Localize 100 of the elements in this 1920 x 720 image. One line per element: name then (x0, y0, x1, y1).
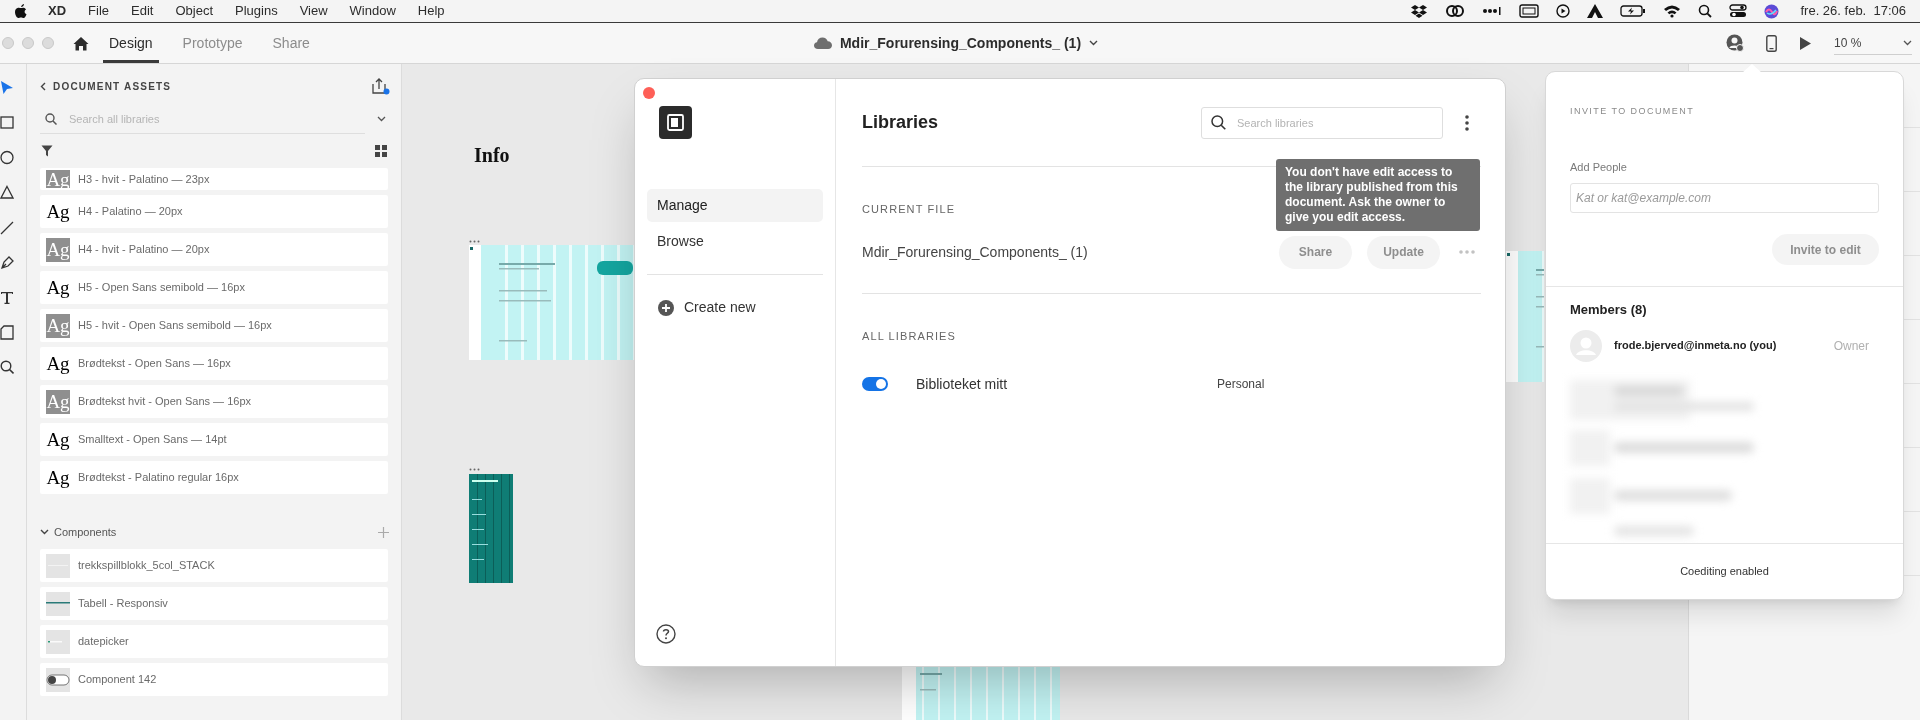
document-title[interactable]: Mdir_Forurensing_Components_ (1) (813, 32, 1099, 54)
home-icon[interactable] (73, 35, 89, 51)
filter-icon[interactable] (41, 145, 53, 157)
nav-item[interactable]: Browse (647, 225, 823, 258)
menu-item[interactable]: Edit (131, 1, 154, 21)
ellipse-icon[interactable] (0, 150, 14, 165)
text-style-label: Brødtekst - Open Sans — 16px (78, 356, 231, 372)
type-sample: Ag (46, 276, 70, 300)
artboard-drawing[interactable] (469, 245, 634, 360)
line-icon[interactable] (0, 220, 14, 235)
play-icon[interactable] (1799, 35, 1812, 51)
menu-item[interactable]: View (299, 1, 328, 21)
component-label: Component 142 (78, 672, 157, 688)
menu-item[interactable]: File (88, 1, 109, 21)
battery-icon[interactable] (1620, 5, 1647, 17)
artboard-drawing[interactable] (469, 474, 513, 583)
menu-item[interactable]: Window (349, 1, 396, 21)
export-icon[interactable] (372, 77, 390, 95)
control-center-icon[interactable] (1729, 4, 1748, 18)
component-item[interactable]: Tabell - Responsiv (40, 587, 388, 620)
type-sample: Ag (46, 313, 70, 338)
select-arrow-icon[interactable] (0, 80, 14, 95)
component-thumbnail (46, 553, 70, 578)
text-style-item[interactable]: Ag Brødtekst hvit - Open Sans — 16px (40, 385, 388, 418)
text-style-item[interactable]: Ag Brødtekst - Palatino regular 16px (40, 461, 388, 494)
component-item[interactable]: trekkspillblokk_5col_STACK (40, 549, 388, 582)
component-thumbnail (46, 591, 70, 616)
search-field[interactable]: Search libraries (1201, 106, 1443, 139)
chevron-down-icon (1089, 40, 1099, 46)
chevron-left-icon[interactable] (40, 81, 46, 91)
help-icon[interactable] (656, 624, 676, 644)
text-style-item[interactable]: Ag Brødtekst - Open Sans — 16px (40, 347, 388, 380)
section-heading: CURRENT FILE (862, 202, 956, 217)
type-sample: Ag (46, 428, 70, 452)
grid-view-icon[interactable] (375, 145, 387, 157)
member-email: frode.bjerved@inmeta.no (you) (1614, 338, 1777, 354)
triangle-logo-icon[interactable] (1587, 4, 1604, 18)
display-icon[interactable] (1519, 4, 1540, 18)
phone-icon[interactable] (1766, 34, 1777, 52)
component-item[interactable]: Component 142 (40, 663, 388, 696)
library-type: Personal (1217, 376, 1265, 393)
component-thumbnail (46, 629, 70, 654)
text-style-item[interactable]: Ag Smalltext - Open Sans — 14pt (40, 423, 388, 456)
search-icon (45, 113, 57, 125)
triangle-icon[interactable] (0, 185, 14, 200)
search-field[interactable]: Search all libraries (40, 104, 365, 134)
menu-item[interactable]: Object (175, 1, 213, 21)
toggle-switch[interactable] (862, 377, 888, 391)
dropbox-icon[interactable] (1410, 4, 1429, 18)
section-heading: Components (54, 524, 117, 540)
text-style-label: Brødtekst hvit - Open Sans — 16px (78, 394, 252, 410)
text-style-item[interactable]: Ag H4 - hvit - Palatino — 20px (40, 233, 388, 266)
nav-item[interactable]: Manage (647, 189, 823, 222)
canvas-heading: Info (474, 143, 510, 168)
search-icon[interactable] (1698, 4, 1713, 18)
type-sample: Ag (46, 200, 70, 224)
artboard-icon[interactable] (0, 325, 14, 340)
search-icon[interactable] (0, 360, 14, 375)
play-circle-icon[interactable] (1556, 4, 1571, 18)
text-style-item[interactable]: Ag H5 - Open Sans semibold — 16px (40, 271, 388, 304)
text-style-label: H5 - hvit - Open Sans semibold — 16px (78, 318, 272, 334)
library-name: Biblioteket mitt (916, 374, 1009, 394)
ellipsis-icon (469, 240, 480, 243)
wifi-icon[interactable] (1663, 4, 1682, 18)
footer-status: Coediting enabled (1546, 543, 1903, 599)
chevron-down-icon (377, 116, 386, 122)
menu-item[interactable]: Plugins (235, 1, 278, 21)
dots-icon[interactable] (1482, 6, 1503, 16)
dialog-title: Libraries (862, 111, 939, 134)
menu-bar-clock[interactable]: fre. 26. feb. 17:06 (1800, 1, 1906, 21)
text-tool-icon[interactable] (0, 290, 14, 305)
pen-icon[interactable] (0, 255, 14, 270)
create-new-button[interactable]: Create new (658, 297, 835, 318)
text-style-item[interactable]: Ag H4 - Palatino — 20px (40, 195, 388, 228)
app-menu[interactable]: XD (48, 1, 67, 21)
component-item[interactable]: datepicker (40, 625, 388, 658)
tooltip: You don't have edit access to the library published from this document. Ask the owner to give you edit access. (1276, 159, 1480, 231)
menu-item[interactable]: Help (417, 1, 445, 21)
text-style-label: H4 - hvit - Palatino — 20px (78, 242, 210, 258)
rectangle-icon[interactable] (0, 115, 14, 130)
chevron-down-icon (1903, 39, 1912, 46)
panel-title: INVITE TO DOCUMENT (1570, 105, 1696, 118)
email-input[interactable]: Kat or kat@example.com (1570, 183, 1879, 213)
text-style-item[interactable]: Ag H5 - hvit - Open Sans semibold — 16px (40, 309, 388, 342)
chevron-down-icon[interactable] (40, 529, 49, 535)
more-vertical-icon[interactable] (1465, 114, 1469, 131)
members-heading: Members (8) (1570, 301, 1648, 319)
plus-circle-icon (658, 299, 674, 316)
siri-icon[interactable] (1764, 3, 1780, 19)
rings-icon[interactable] (1445, 4, 1466, 18)
text-style-label: Brødtekst - Palatino regular 16px (78, 470, 239, 486)
zoom-field[interactable]: 10 % (1834, 31, 1912, 55)
close-icon[interactable] (643, 87, 655, 99)
apple-icon[interactable] (14, 3, 28, 19)
panel-title: DOCUMENT ASSETS (53, 79, 172, 94)
add-person-icon[interactable] (1726, 34, 1744, 52)
text-style-label: H3 - hvit - Palatino — 23px (78, 171, 210, 187)
text-style-label: H4 - Palatino — 20px (78, 204, 183, 220)
library-name: Mdir_Forurensing_Components_ (1) (862, 242, 1088, 262)
ellipsis-icon (469, 468, 480, 471)
